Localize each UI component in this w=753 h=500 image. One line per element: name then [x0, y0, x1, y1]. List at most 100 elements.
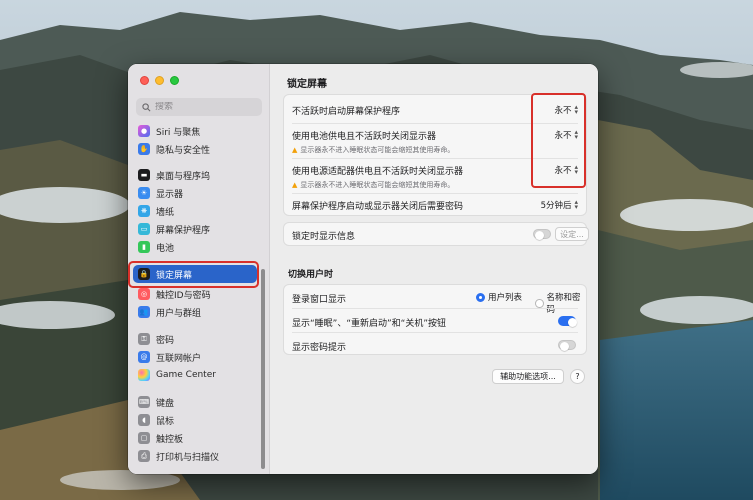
dock-icon: ▬ [138, 169, 150, 181]
show-message-toggle[interactable] [533, 229, 551, 240]
sidebar-item-label: 键盘 [156, 398, 175, 409]
printer-icon: ⎙ [138, 450, 150, 462]
sidebar-item-game-center[interactable]: Game Center [133, 366, 257, 384]
sidebar-item-users-groups[interactable]: 👥 用户与群组 [133, 303, 257, 321]
row-password-hint: 显示密码提示 [284, 340, 588, 353]
sidebar-item-passwords[interactable]: ⚿ 密码 [133, 330, 257, 348]
sidebar-item-keyboard[interactable]: ⌨ 键盘 [133, 393, 257, 411]
row-require-password: 屏幕保护程序启动或显示器关闭后需要密码 5分钟后 ▴ ▾ [284, 198, 588, 213]
row-screensaver: 不活跃时启动屏幕保护程序 永不 ▴ ▾ [284, 103, 588, 118]
sidebar-item-screensaver[interactable]: ▭ 屏幕保护程序 [133, 220, 257, 238]
sidebar-item-privacy[interactable]: ✋ 隐私与安全性 [133, 140, 257, 158]
radio-user-list[interactable]: 用户列表 [476, 291, 522, 303]
switch-users-group: 登录窗口显示 用户列表 名称和密码 显示“睡眠”、“重新启动”和“关机”按钮 显… [283, 284, 587, 355]
search-input[interactable] [155, 102, 255, 112]
gamecenter-icon [138, 369, 150, 381]
radio-user-list-label: 用户列表 [488, 293, 523, 303]
warning-icon: ▲ [292, 146, 298, 154]
sidebar-item-label: Siri 与聚焦 [156, 127, 201, 138]
warning-icon: ▲ [292, 181, 298, 189]
chevron-updown-icon: ▴ ▾ [574, 103, 578, 116]
password-hint-label: 显示密码提示 [292, 343, 347, 353]
help-button[interactable]: ? [570, 369, 585, 384]
sidebar-item-label: Game Center [156, 370, 216, 380]
radio-button[interactable] [476, 292, 485, 302]
lock-icon: 🔒 [138, 268, 150, 280]
require-password-popup[interactable]: 5分钟后 ▴ ▾ [540, 198, 578, 212]
fingerprint-icon: ◎ [138, 288, 150, 300]
screensaver-value: 永不 [554, 106, 572, 116]
sidebar-item-label: 鼠标 [156, 416, 175, 427]
divider [292, 158, 578, 159]
chevron-updown-icon: ▴ ▾ [574, 198, 578, 211]
zoom-button[interactable] [170, 76, 179, 85]
require-password-value: 5分钟后 [540, 201, 572, 211]
minimize-button[interactable] [155, 76, 164, 85]
system-settings-window: ● Siri 与聚焦 ✋ 隐私与安全性 ▬ 桌面与程序坞 ☀ 显示器 ❋ 墙纸 … [128, 64, 598, 474]
adapter-display-note: 显示器永不进入睡眠状态可能会缩短其使用寿命。 [300, 181, 455, 189]
divider [292, 193, 578, 194]
battery-icon: ▮ [138, 241, 150, 253]
close-button[interactable] [140, 76, 149, 85]
sidebar-item-label: 密码 [156, 335, 175, 346]
sidebar-item-printers[interactable]: ⎙ 打印机与扫描仪 [133, 447, 257, 465]
divider [292, 308, 578, 309]
key-icon: ⚿ [138, 333, 150, 345]
divider [292, 332, 578, 333]
window-controls [140, 76, 179, 85]
show-buttons-label: 显示“睡眠”、“重新启动”和“关机”按钮 [292, 319, 446, 329]
sidebar-item-desktop-dock[interactable]: ▬ 桌面与程序坞 [133, 166, 257, 184]
password-hint-toggle[interactable] [558, 340, 576, 351]
sidebar-item-siri[interactable]: ● Siri 与聚焦 [133, 122, 257, 140]
screensaver-label: 不活跃时启动屏幕保护程序 [292, 107, 401, 117]
sidebar-item-label: 显示器 [156, 189, 184, 200]
page-title: 锁定屏幕 [287, 79, 327, 90]
main-content: 锁定屏幕 不活跃时启动屏幕保护程序 永不 ▴ ▾ 使用电池供电且不活跃时关闭显示器… [270, 64, 598, 474]
sidebar-item-label: 桌面与程序坞 [156, 171, 211, 182]
users-icon: 👥 [138, 306, 150, 318]
battery-display-label: 使用电池供电且不活跃时关闭显示器 [292, 132, 437, 142]
adapter-display-popup[interactable]: 永不 ▴ ▾ [554, 163, 578, 177]
battery-display-note: 显示器永不进入睡眠状态可能会缩短其使用寿命。 [300, 146, 455, 154]
display-icon: ☀ [138, 187, 150, 199]
sidebar-item-label: 触控ID与密码 [156, 290, 211, 301]
sidebar-scrollbar[interactable] [261, 269, 265, 469]
at-icon: @ [138, 351, 150, 363]
show-message-label: 锁定时显示信息 [292, 232, 356, 242]
sidebar-item-mouse[interactable]: ◖ 鼠标 [133, 411, 257, 429]
sidebar-item-internet-accounts[interactable]: @ 互联网帐户 [133, 348, 257, 366]
battery-display-popup[interactable]: 永不 ▴ ▾ [554, 129, 578, 142]
show-buttons-toggle[interactable] [558, 316, 577, 327]
sidebar-item-label: 锁定屏幕 [156, 270, 193, 281]
require-password-label: 屏幕保护程序启动或显示器关闭后需要密码 [292, 202, 464, 212]
sidebar-item-label: 隐私与安全性 [156, 145, 211, 156]
sidebar-item-displays[interactable]: ☀ 显示器 [133, 184, 257, 202]
sidebar-item-trackpad[interactable]: ▢ 触控板 [133, 429, 257, 447]
lock-message-group: 锁定时显示信息 设定... [283, 222, 589, 246]
keyboard-icon: ⌨ [138, 396, 150, 408]
sidebar-item-label: 触控板 [156, 434, 184, 445]
sidebar-item-battery[interactable]: ▮ 电池 [133, 238, 257, 256]
sidebar-item-lock-screen[interactable]: 🔒 锁定屏幕 [133, 265, 257, 283]
switch-users-title: 切换用户时 [288, 270, 334, 280]
radio-button[interactable] [535, 298, 544, 308]
lock-settings-group: 不活跃时启动屏幕保护程序 永不 ▴ ▾ 使用电池供电且不活跃时关闭显示器 ▲ 显示… [283, 94, 587, 216]
adapter-display-value: 永不 [554, 166, 572, 176]
set-message-button[interactable]: 设定... [555, 227, 589, 241]
sidebar-item-wallpaper[interactable]: ❋ 墙纸 [133, 202, 257, 220]
sidebar-item-label: 电池 [156, 243, 175, 254]
mouse-icon: ◖ [138, 414, 150, 426]
sidebar-item-label: 墙纸 [156, 207, 175, 218]
hand-icon: ✋ [138, 143, 150, 155]
accessibility-options-button[interactable]: 辅助功能选项... [492, 369, 564, 384]
search-field[interactable] [136, 98, 262, 116]
row-show-buttons: 显示“睡眠”、“重新启动”和“关机”按钮 [284, 316, 588, 329]
chevron-updown-icon: ▴ ▾ [574, 163, 578, 176]
trackpad-icon: ▢ [138, 432, 150, 444]
divider [292, 123, 578, 124]
sidebar-item-touch-id[interactable]: ◎ 触控ID与密码 [133, 285, 257, 303]
screensaver-popup[interactable]: 永不 ▴ ▾ [554, 103, 578, 117]
radio-name-password[interactable]: 名称和密码 [535, 291, 586, 315]
wallpaper-icon: ❋ [138, 205, 150, 217]
login-window-label: 登录窗口显示 [292, 295, 347, 305]
